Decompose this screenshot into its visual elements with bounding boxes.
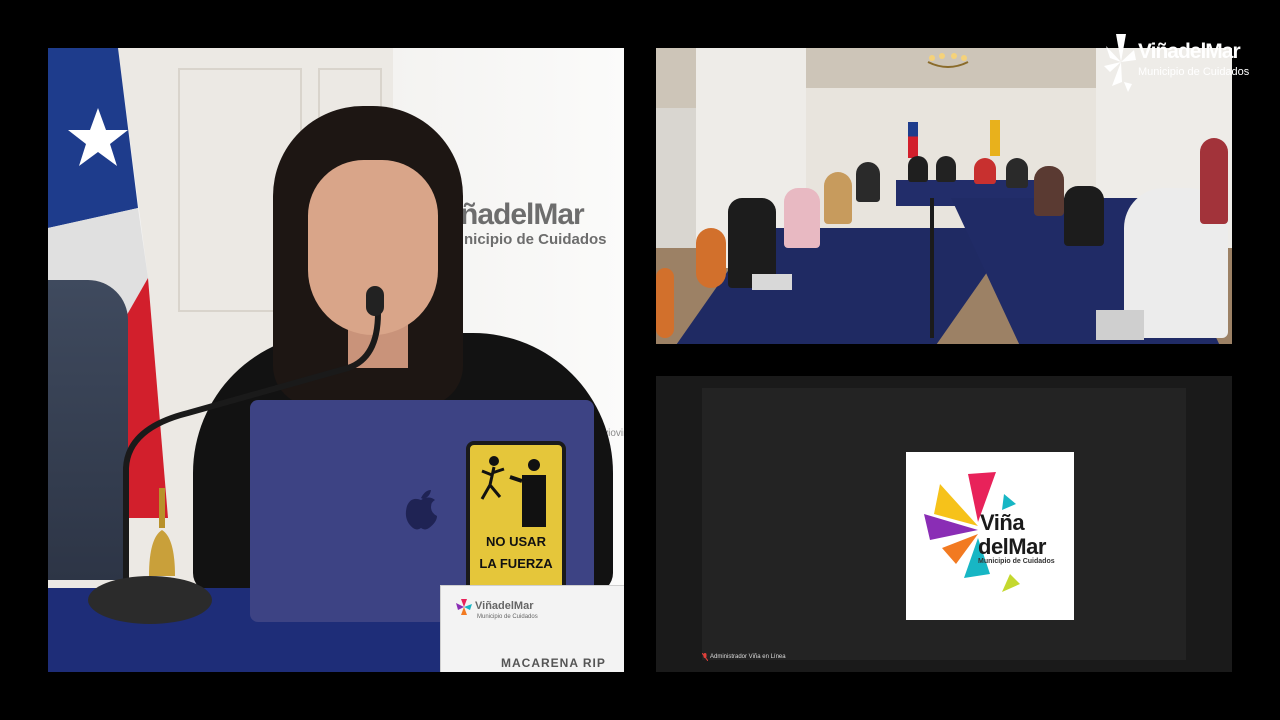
room-person [784,188,820,248]
room-laptop [1096,310,1144,340]
watermark-brand: ViñadelMar [1138,40,1241,63]
room-flag-vina [990,120,1000,156]
logo-text-delmar: delMar [978,534,1046,559]
mic-off-icon [702,653,708,661]
chandelier-icon [927,53,969,68]
sticker-line-2: LA FUERZA [479,556,553,571]
room-person [908,156,928,182]
camera-tripod [930,198,934,338]
room-person [1006,158,1028,188]
room-person [974,158,996,184]
nameplate: ViñadelMar Municipio de Cuidados MACAREN… [440,585,624,672]
no-force-sticker: NO USAR LA FUERZA [466,441,566,593]
room-person [936,156,956,182]
room-chair [696,228,726,288]
participant-avatar-logo: Viña delMar Municipio de Cuidados [906,452,1074,620]
room-person [1034,166,1064,216]
logo-subtitle: Municipio de Cuidados [978,558,1055,565]
nameplate-subtitle: Municipio de Cuidados [477,614,538,620]
participant-name-label: Administrador Viña en Línea [710,654,786,660]
falling-person-icon [480,456,546,527]
vina-flower-logo-icon [1104,34,1136,92]
vina-logo-icon [456,599,472,615]
room-person [1200,138,1228,224]
apple-logo-icon [405,490,437,530]
room-person [856,162,880,202]
participant-video-area: Viña delMar Municipio de Cuidados [702,388,1186,660]
sticker-line-1: NO USAR [486,534,546,549]
participant-video-tile[interactable]: Viña delMar Municipio de Cuidados Admini… [656,376,1232,672]
watermark-subtitle: Municipio de Cuidados [1138,66,1250,78]
logo-text-vina: Viña [980,510,1025,535]
room-laptop [752,274,792,290]
speaker-video-tile[interactable]: ñadelMar nicipio de Cuidados @viovina [48,48,624,672]
nameplate-brand: ViñadelMar [475,600,534,612]
room-chair [656,268,674,338]
room-person [824,172,852,224]
bell-icon [149,488,175,576]
nameplate-name: MACARENA RIP [501,656,606,670]
brand-watermark: ViñadelMar Municipio de Cuidados [1104,32,1264,94]
room-flag-chile [908,122,918,158]
room-person [1064,186,1104,246]
